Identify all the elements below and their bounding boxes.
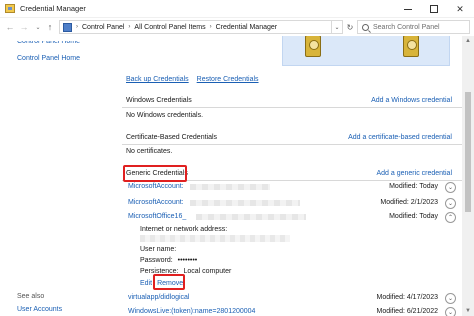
- search-placeholder: Search Control Panel: [373, 23, 440, 31]
- password-value: ••••••••: [177, 257, 198, 264]
- address-dropdown-button[interactable]: ⌄: [332, 20, 343, 34]
- certificate-credentials-empty: No certificates.: [126, 148, 173, 155]
- search-input[interactable]: Search Control Panel: [357, 20, 470, 34]
- persistence-value: Local computer: [183, 268, 232, 275]
- username-label: User name:: [140, 246, 177, 253]
- refresh-button[interactable]: ↻: [344, 20, 356, 34]
- backup-restore-links: Back up Credentials Restore Credentials: [126, 76, 267, 83]
- forward-arrow-icon: →: [19, 22, 29, 32]
- main-content: Back up Credentials Restore Credentials W…: [112, 36, 462, 316]
- credential-name[interactable]: virtualapp/didlogical: [128, 294, 189, 301]
- add-generic-credential-link[interactable]: Add a generic credential: [377, 170, 453, 177]
- credential-row[interactable]: MicrosoftAccount: Modified: 2/1/2023 ⌄: [122, 197, 462, 210]
- maximize-button[interactable]: [421, 0, 447, 18]
- control-panel-home-link[interactable]: Control Panel Home: [17, 55, 80, 62]
- breadcrumb-credential-manager[interactable]: Credential Manager: [216, 24, 277, 31]
- remove-highlight: [153, 274, 185, 290]
- credential-modified: Modified: Today: [389, 213, 438, 220]
- breadcrumb-control-panel[interactable]: Control Panel: [82, 24, 124, 31]
- credential-row[interactable]: WindowsLive:(token):name=2801200004 Modi…: [122, 306, 462, 316]
- address-bar[interactable]: › Control Panel › All Control Panel Item…: [59, 20, 332, 34]
- refresh-icon: ↻: [346, 22, 354, 32]
- credential-modified: Modified: 2/1/2023: [380, 199, 438, 206]
- control-panel-icon: [63, 22, 72, 32]
- generic-credentials-highlight: [123, 165, 187, 182]
- recent-locations-button[interactable]: ⌄: [32, 21, 44, 33]
- control-panel-home-link-partial[interactable]: Control Panel Home: [17, 41, 80, 46]
- chevron-down-icon: ⌄: [35, 24, 41, 31]
- expand-chevron-down-icon[interactable]: ⌄: [445, 182, 456, 193]
- credential-name[interactable]: MicrosoftAccount:: [128, 199, 184, 206]
- scroll-down-icon[interactable]: ▼: [462, 306, 474, 316]
- credential-name[interactable]: MicrosoftAccount:: [128, 183, 184, 190]
- windows-credentials-vault-icon[interactable]: [403, 36, 419, 57]
- expand-chevron-down-icon[interactable]: ⌄: [445, 307, 456, 316]
- windows-credentials-section-header: Windows Credentials Add a Windows creden…: [122, 94, 462, 108]
- up-arrow-icon: ↑: [47, 22, 53, 32]
- user-accounts-link[interactable]: User Accounts: [17, 306, 62, 314]
- credential-modified: Modified: 6/21/2022: [376, 308, 439, 315]
- up-button[interactable]: ↑: [44, 21, 56, 33]
- breadcrumb-all-items[interactable]: All Control Panel Items: [134, 24, 205, 31]
- search-icon: [362, 23, 369, 31]
- maximize-icon: [430, 5, 438, 13]
- backup-credentials-link[interactable]: Back up Credentials: [126, 76, 189, 83]
- redacted-account-text: [190, 200, 300, 206]
- scrollbar-thumb[interactable]: [465, 92, 471, 212]
- credential-name[interactable]: WindowsLive:(token):name=2801200004: [128, 308, 255, 315]
- web-credentials-vault-icon[interactable]: [305, 36, 321, 57]
- certificate-credentials-section-header: Certificate-Based Credentials Add a cert…: [122, 131, 462, 145]
- minimize-button[interactable]: [395, 0, 421, 18]
- internet-address-label: Internet or network address:: [140, 226, 228, 233]
- redacted-account-text: [190, 184, 270, 190]
- chevron-down-icon: ⌄: [334, 24, 340, 31]
- breadcrumb-separator: ›: [209, 24, 212, 30]
- credential-modified: Modified: Today: [389, 183, 438, 190]
- password-row: Password: ••••••••: [140, 257, 197, 264]
- certificate-credentials-heading: Certificate-Based Credentials: [126, 134, 218, 141]
- scroll-up-icon[interactable]: ▲: [462, 36, 474, 46]
- credential-manager-app-icon: [5, 4, 15, 13]
- close-icon: ✕: [456, 3, 464, 14]
- left-pane: Control Panel Home Control Panel Home Se…: [0, 36, 112, 316]
- breadcrumb-separator: ›: [76, 24, 78, 30]
- credential-row[interactable]: MicrosoftAccount: Modified: Today ⌄: [122, 181, 462, 194]
- vertical-scrollbar[interactable]: ▲ ▼: [462, 36, 474, 316]
- redacted-account-text: [196, 214, 306, 220]
- back-arrow-icon: ←: [5, 22, 15, 32]
- minimize-icon: [404, 8, 412, 10]
- add-windows-credential-link[interactable]: Add a Windows credential: [371, 97, 452, 104]
- see-also-heading: See also: [17, 293, 45, 300]
- collapse-chevron-up-icon[interactable]: ⌃: [445, 212, 456, 223]
- breadcrumb-separator: ›: [128, 24, 131, 30]
- back-button[interactable]: ←: [4, 21, 16, 33]
- navigation-bar: ← → ⌄ ↑ › Control Panel › All Control Pa…: [0, 18, 474, 36]
- password-label: Password:: [140, 257, 173, 264]
- credential-modified: Modified: 4/17/2023: [376, 294, 439, 301]
- windows-credentials-empty: No Windows credentials.: [126, 112, 204, 119]
- forward-button[interactable]: →: [18, 21, 30, 33]
- restore-credentials-link[interactable]: Restore Credentials: [197, 76, 259, 83]
- close-button[interactable]: ✕: [447, 0, 473, 18]
- window-title: Credential Manager: [20, 4, 86, 13]
- credential-row[interactable]: virtualapp/didlogical Modified: 4/17/202…: [122, 292, 462, 305]
- hero-banner: [282, 36, 450, 66]
- credential-row-expanded[interactable]: MicrosoftOffice16_ Modified: Today ⌃: [122, 211, 462, 224]
- edit-link[interactable]: Edit: [140, 280, 152, 287]
- expand-chevron-down-icon[interactable]: ⌄: [445, 198, 456, 209]
- title-bar: Credential Manager ✕: [0, 0, 474, 18]
- windows-credentials-heading: Windows Credentials: [126, 97, 192, 104]
- add-certificate-credential-link[interactable]: Add a certificate-based credential: [348, 134, 452, 141]
- expand-chevron-down-icon[interactable]: ⌄: [445, 293, 456, 304]
- redacted-address-value: [140, 235, 290, 242]
- credential-name[interactable]: MicrosoftOffice16_: [128, 213, 186, 220]
